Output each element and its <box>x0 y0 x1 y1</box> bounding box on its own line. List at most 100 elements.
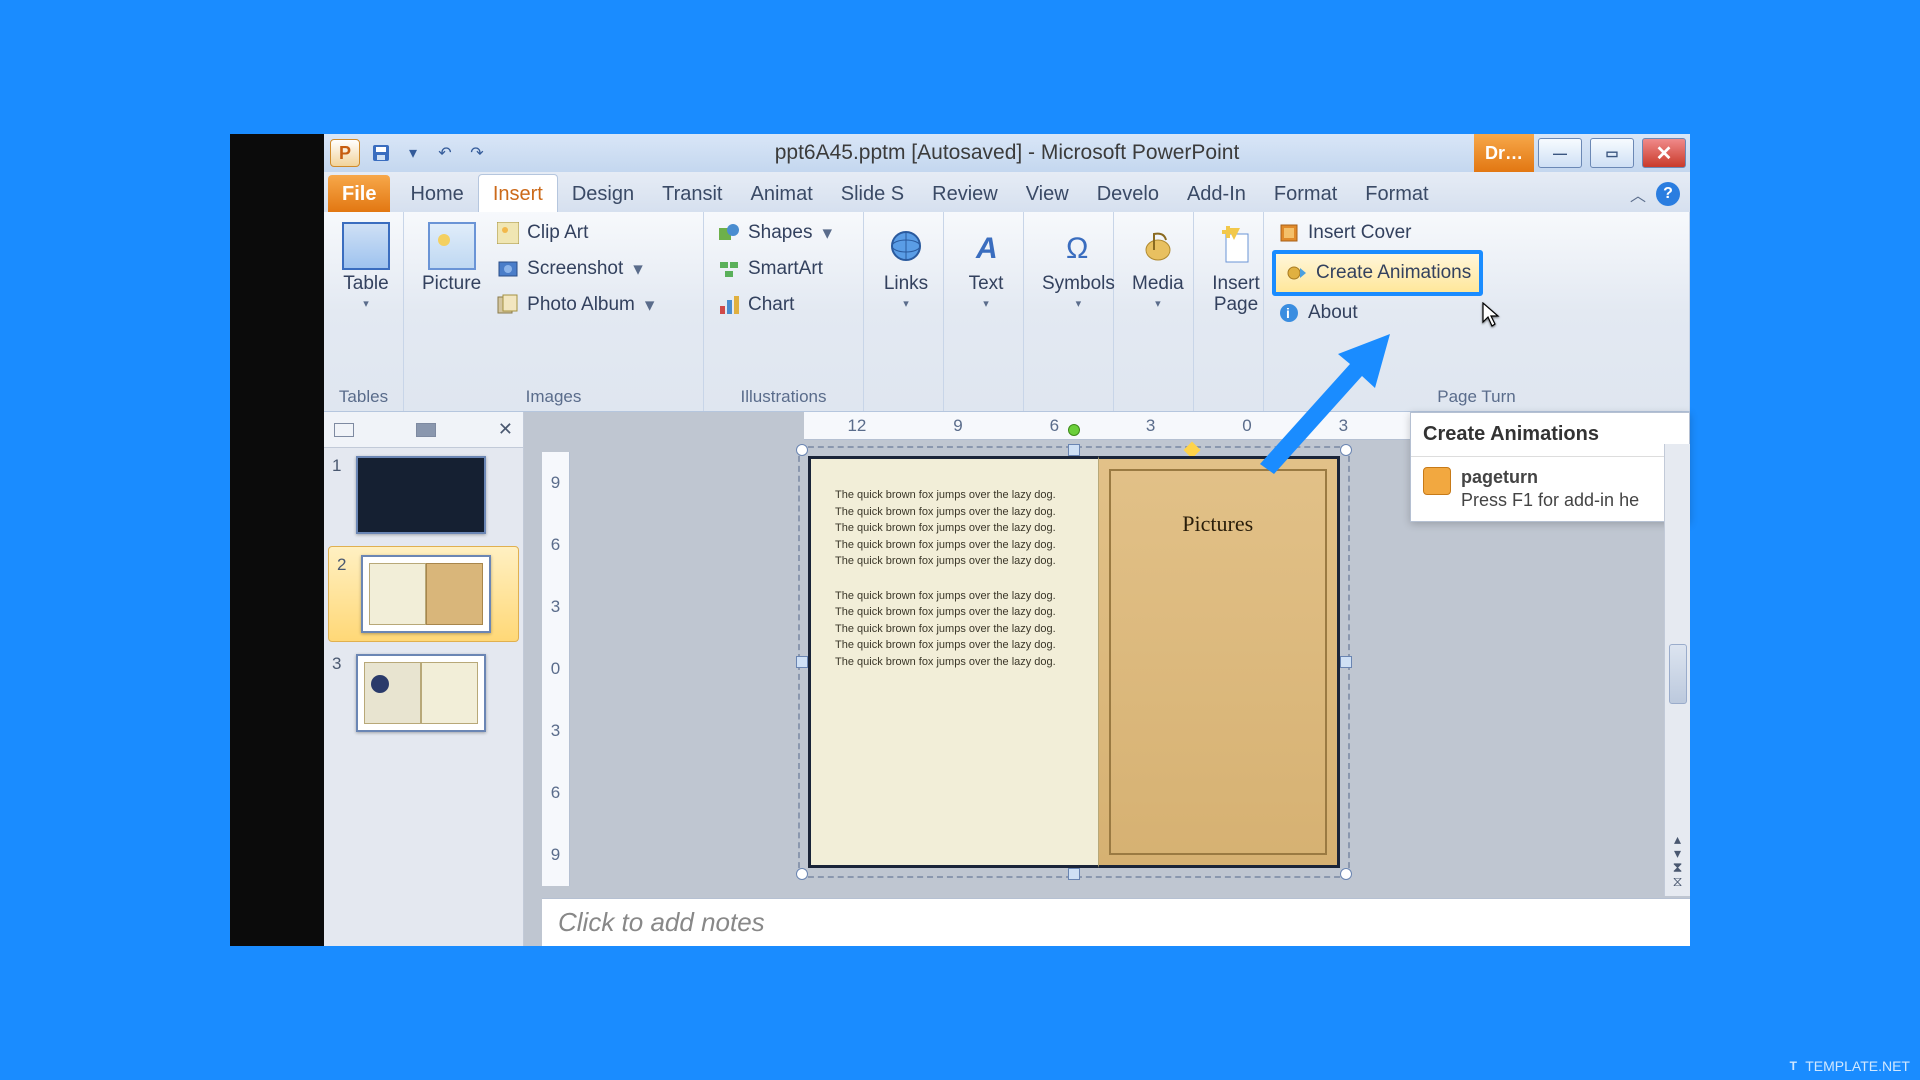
vertical-scrollbar[interactable]: ▴▾⧗⧖ <box>1664 444 1690 896</box>
outline-icon[interactable] <box>334 423 354 437</box>
picture-button[interactable]: Picture <box>412 218 491 299</box>
context-tooltip: Create Animations pageturn Press F1 for … <box>1410 412 1690 522</box>
tab-design[interactable]: Design <box>558 175 648 212</box>
window-title: ppt6A45.pptm [Autosaved] - Microsoft Pow… <box>775 141 1240 165</box>
tooltip-title: Create Animations <box>1411 413 1689 457</box>
svg-text:A: A <box>975 232 998 265</box>
info-icon: i <box>1276 300 1302 326</box>
tab-file[interactable]: File <box>328 175 390 212</box>
help-icon[interactable]: ? <box>1656 182 1680 206</box>
create-animations-button[interactable]: Create Animations <box>1272 250 1483 296</box>
smartart-button[interactable]: SmartArt <box>712 254 836 284</box>
text-icon: A <box>962 222 1010 270</box>
screenshot-icon <box>495 256 521 282</box>
chevron-down-icon: ▾ <box>363 297 369 310</box>
resize-handle[interactable] <box>796 868 808 880</box>
maximize-button[interactable]: ▭ <box>1590 138 1634 168</box>
notes-placeholder: Click to add notes <box>558 907 765 937</box>
smartart-icon <box>716 256 742 282</box>
media-button[interactable]: Media▾ <box>1122 218 1194 314</box>
svg-text:Ω: Ω <box>1066 232 1088 265</box>
thumb-preview <box>361 555 491 633</box>
resize-handle[interactable] <box>1340 868 1352 880</box>
tab-home[interactable]: Home <box>396 175 477 212</box>
insert-page-button[interactable]: Insert Page <box>1202 218 1270 320</box>
ribbon-tabs: File Home Insert Design Transit Animat S… <box>324 172 1690 212</box>
table-icon <box>342 222 390 270</box>
photoalbum-icon <box>495 292 521 318</box>
symbols-button[interactable]: Ω Symbols▾ <box>1032 218 1125 314</box>
ribbon: Table ▾ Tables Picture <box>324 212 1690 412</box>
group-images-label: Images <box>412 381 695 411</box>
resize-handle[interactable] <box>1068 444 1080 456</box>
slide-thumb-3[interactable]: 3 <box>324 646 523 740</box>
slide-thumb-2[interactable]: 2 <box>328 546 519 642</box>
links-icon <box>882 222 930 270</box>
resize-handle[interactable] <box>796 444 808 456</box>
undo-icon[interactable]: ↶ <box>434 142 456 164</box>
close-panel-button[interactable]: ✕ <box>498 419 513 440</box>
book-left-page: The quick brown fox jumps over the lazy … <box>808 456 1099 868</box>
chart-button[interactable]: Chart <box>712 290 836 320</box>
resize-handle[interactable] <box>1068 868 1080 880</box>
text-button[interactable]: A Text▾ <box>952 218 1020 314</box>
selected-book-shape[interactable]: The quick brown fox jumps over the lazy … <box>804 452 1344 872</box>
insert-cover-button[interactable]: Insert Cover <box>1272 218 1483 248</box>
svg-text:i: i <box>1286 305 1290 321</box>
slide-thumbnail-panel: ✕ 1 2 3 <box>324 412 524 946</box>
watermark: TTEMPLATE.NET <box>1785 1058 1910 1074</box>
group-pageturn-label: Page Turn <box>1272 381 1681 411</box>
tab-review[interactable]: Review <box>918 175 1012 212</box>
clipart-button[interactable]: Clip Art <box>491 218 658 248</box>
pageturn-icon <box>1423 467 1451 495</box>
table-button[interactable]: Table ▾ <box>332 218 400 314</box>
group-illustrations-label: Illustrations <box>712 381 855 411</box>
links-button[interactable]: Links▾ <box>872 218 940 314</box>
animation-icon <box>1284 260 1310 286</box>
tab-addins[interactable]: Add-In <box>1173 175 1260 212</box>
tab-transitions[interactable]: Transit <box>648 175 736 212</box>
tab-slideshow[interactable]: Slide S <box>827 175 918 212</box>
clipart-icon <box>495 220 521 246</box>
save-icon[interactable] <box>370 142 392 164</box>
tab-format-2[interactable]: Format <box>1351 175 1442 212</box>
slide-thumb-1[interactable]: 1 <box>324 448 523 542</box>
thumbnails-icon[interactable] <box>416 423 436 437</box>
redo-icon[interactable]: ↷ <box>466 142 488 164</box>
rotate-handle[interactable] <box>1068 424 1080 436</box>
ribbon-collapse-icon[interactable]: ︿ <box>1630 182 1646 206</box>
thumb-preview <box>356 456 486 534</box>
book-right-page: Pictures <box>1099 456 1341 868</box>
chevron-down-icon[interactable]: ▾ <box>402 142 424 164</box>
tab-developer[interactable]: Develo <box>1083 175 1173 212</box>
cover-icon <box>1276 220 1302 246</box>
photoalbum-button[interactable]: Photo Album▾ <box>491 290 658 320</box>
notes-pane[interactable]: Click to add notes <box>542 898 1690 946</box>
close-button[interactable]: ✕ <box>1642 138 1686 168</box>
picture-icon <box>428 222 476 270</box>
thumb-preview <box>356 654 486 732</box>
resize-handle[interactable] <box>1340 656 1352 668</box>
shapes-button[interactable]: Shapes▾ <box>712 218 836 248</box>
group-tables-label: Tables <box>332 381 395 411</box>
tab-format-1[interactable]: Format <box>1260 175 1351 212</box>
screenshot-button[interactable]: Screenshot▾ <box>491 254 658 284</box>
powerpoint-logo-icon: P <box>330 139 360 167</box>
about-button[interactable]: i About <box>1272 298 1483 328</box>
tab-animations[interactable]: Animat <box>737 175 827 212</box>
vertical-ruler: 9630369 <box>542 452 570 886</box>
resize-handle[interactable] <box>796 656 808 668</box>
insert-page-icon <box>1212 222 1260 270</box>
tab-insert[interactable]: Insert <box>478 174 558 212</box>
tab-view[interactable]: View <box>1012 175 1083 212</box>
slide-nav-buttons[interactable]: ▴▾⧗⧖ <box>1665 832 1690 888</box>
symbols-icon: Ω <box>1054 222 1102 270</box>
title-bar: P ▾ ↶ ↷ ppt6A45.pptm [Autosaved] - Micro… <box>324 134 1690 172</box>
minimize-button[interactable]: — <box>1538 138 1582 168</box>
account-box[interactable]: Dr… <box>1474 134 1534 172</box>
resize-handle[interactable] <box>1340 444 1352 456</box>
scrollbar-thumb[interactable] <box>1669 644 1687 704</box>
chart-icon <box>716 292 742 318</box>
shapes-icon <box>716 220 742 246</box>
media-icon <box>1134 222 1182 270</box>
